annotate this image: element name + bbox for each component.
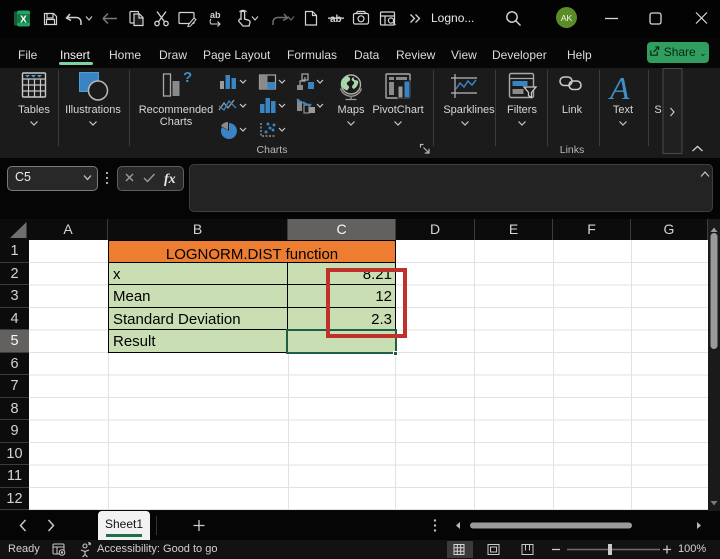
svg-text:ab: ab <box>330 14 342 25</box>
svg-text:ab: ab <box>210 10 221 20</box>
svg-text:AK: AK <box>561 13 573 23</box>
svg-text:X: X <box>20 15 27 26</box>
svg-text:fx: fx <box>164 172 176 187</box>
